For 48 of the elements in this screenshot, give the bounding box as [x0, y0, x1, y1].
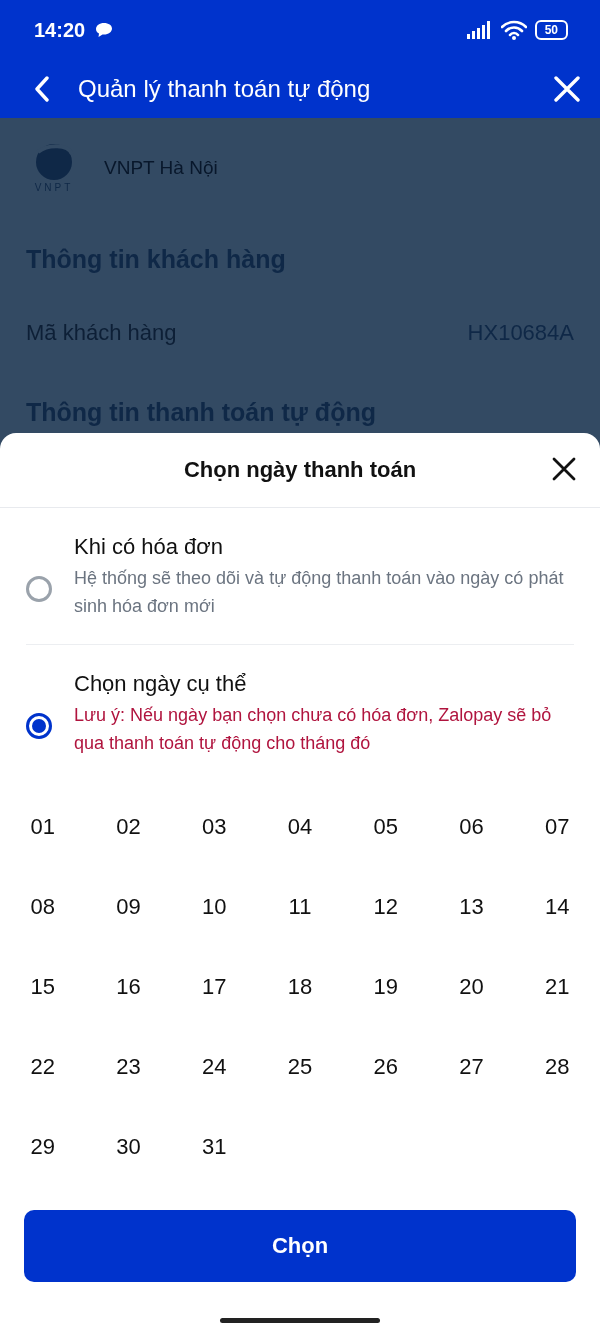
day-option[interactable]: 10	[171, 867, 258, 947]
chat-bubble-icon	[95, 22, 114, 38]
day-option[interactable]: 28	[514, 1027, 600, 1107]
day-option[interactable]: 25	[257, 1027, 343, 1107]
confirm-button[interactable]: Chọn	[24, 1210, 576, 1282]
day-option[interactable]: 05	[342, 787, 429, 867]
day-option[interactable]: 27	[428, 1027, 515, 1107]
day-option[interactable]: 18	[257, 947, 343, 1027]
day-option[interactable]: 24	[171, 1027, 258, 1107]
day-option[interactable]: 09	[85, 867, 172, 947]
day-option[interactable]: 07	[514, 787, 600, 867]
provider-name: VNPT Hà Nội	[104, 156, 218, 179]
radio-button[interactable]	[26, 576, 52, 602]
day-option[interactable]: 08	[0, 867, 86, 947]
day-option[interactable]: 11	[257, 867, 343, 947]
day-option[interactable]: 30	[85, 1107, 172, 1187]
day-option[interactable]: 15	[0, 947, 86, 1027]
close-icon[interactable]	[552, 457, 576, 481]
day-option[interactable]: 22	[0, 1027, 86, 1107]
day-option[interactable]: 13	[428, 867, 515, 947]
day-option[interactable]: 21	[514, 947, 600, 1027]
day-option[interactable]: 04	[257, 787, 343, 867]
day-option[interactable]: 23	[85, 1027, 172, 1107]
back-icon[interactable]	[34, 76, 50, 102]
day-option[interactable]: 31	[171, 1107, 258, 1187]
wifi-icon	[500, 20, 527, 40]
day-option[interactable]: 26	[342, 1027, 429, 1107]
option-label: Khi có hóa đơn	[74, 534, 224, 560]
page-title: Quản lý thanh toán tự động	[78, 75, 372, 103]
day-option[interactable]: 29	[0, 1107, 86, 1187]
day-option[interactable]: 17	[171, 947, 258, 1027]
day-option[interactable]: 14	[514, 867, 600, 947]
warning-text: Lưu ý: Nếu ngày bạn chọn chưa có hóa đơn, Zalopay sẽ bỏ qua thanh toán tự động cho tháng đó	[74, 704, 553, 755]
day-option[interactable]: 01	[0, 787, 86, 867]
day-option[interactable]: 03	[171, 787, 258, 867]
day-option[interactable]: 20	[428, 947, 515, 1027]
radio-button[interactable]	[26, 713, 52, 739]
day-option[interactable]: 02	[85, 787, 172, 867]
status-time: 14:20	[34, 18, 86, 42]
day-option[interactable]: 12	[342, 867, 429, 947]
sheet-title: Chọn ngày thanh toán	[183, 457, 417, 483]
day-option[interactable]: 19	[342, 947, 429, 1027]
battery-level: 50	[534, 20, 568, 40]
signal-icon	[466, 21, 493, 39]
option-description: Hệ thống sẽ theo dõi và tự động thanh toán vào ngày có phát sinh hóa đơn mới	[74, 567, 565, 618]
day-option[interactable]: 06	[428, 787, 515, 867]
option-label: Chọn ngày cụ thể	[74, 671, 248, 697]
day-option[interactable]: 16	[85, 947, 172, 1027]
